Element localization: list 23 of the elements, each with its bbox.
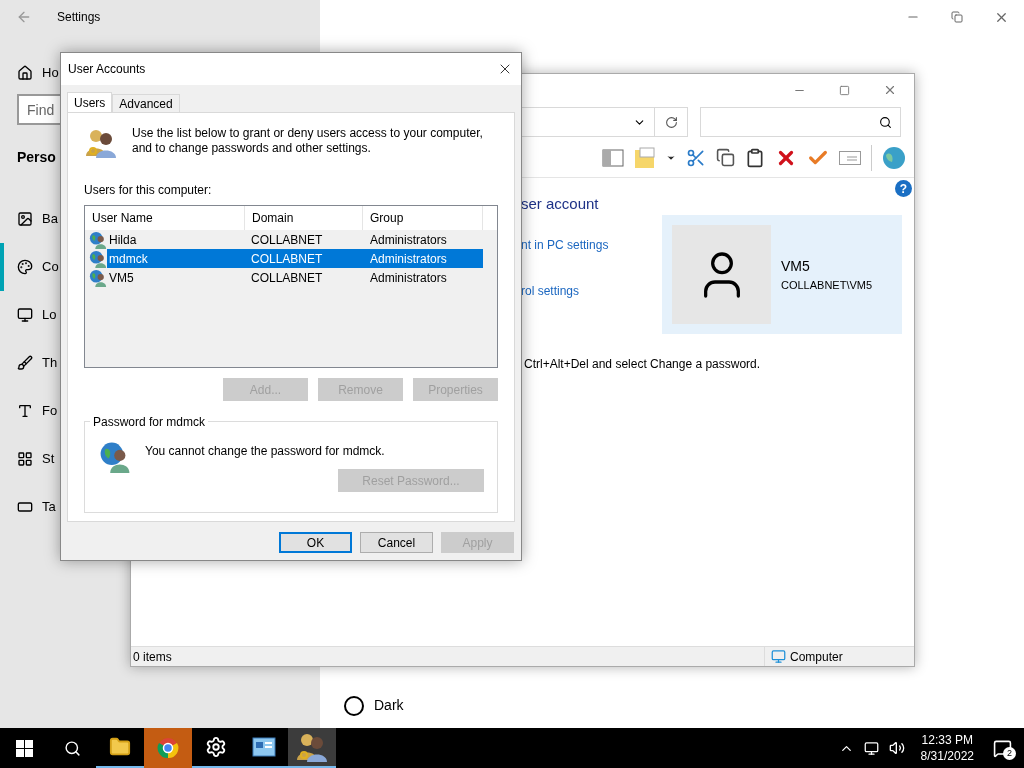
table-cell-text: Administrators bbox=[369, 269, 448, 287]
user-name: VM5 bbox=[781, 256, 811, 276]
table-cell-text: Administrators bbox=[369, 231, 448, 249]
table-cell-text: COLLABNET bbox=[250, 231, 324, 249]
table-cell-text: VM5 bbox=[108, 269, 135, 287]
notification-badge: 2 bbox=[1003, 747, 1016, 760]
section-heading: Perso bbox=[17, 148, 56, 167]
list-label: Users for this computer: bbox=[84, 182, 213, 199]
password-note: Ctrl+Alt+Del and select Change a password. bbox=[523, 356, 762, 373]
table-cell-text: COLLABNET bbox=[250, 269, 324, 287]
dialog-title: User Accounts bbox=[68, 61, 146, 78]
page-heading: ser account bbox=[521, 194, 600, 214]
item-count: 0 items bbox=[132, 648, 173, 666]
radio-label: Dark bbox=[374, 696, 404, 715]
table-cell-text: Hilda bbox=[108, 231, 138, 249]
user-account: COLLABNET\VM5 bbox=[781, 277, 873, 293]
window-title: Settings bbox=[57, 9, 101, 26]
table-cell-text: COLLABNET bbox=[250, 250, 324, 268]
table-cell-text: mdmck bbox=[108, 250, 149, 268]
password-message: You cannot change the password for mdmck. bbox=[145, 443, 385, 460]
zone-label: Computer bbox=[790, 648, 843, 666]
intro-text: Use the list below to grant or deny users access to your computer, and to change passwords and other settings. bbox=[132, 126, 484, 157]
table-cell-text: Administrators bbox=[369, 250, 448, 268]
